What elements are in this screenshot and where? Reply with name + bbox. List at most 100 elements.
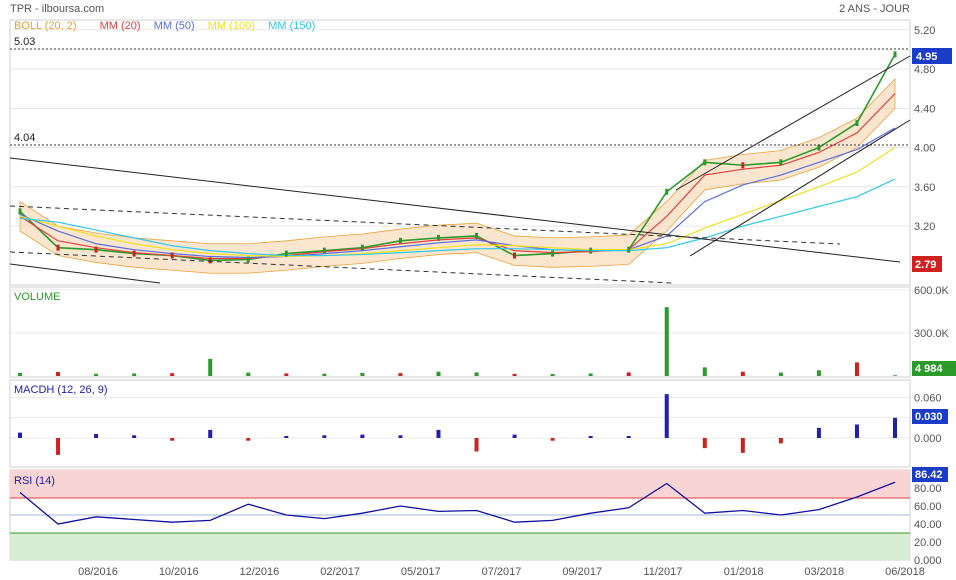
rsi-y-tick: 40.00 xyxy=(914,519,942,531)
volume-bar xyxy=(132,373,137,376)
volume-y-tick: 300.0K xyxy=(914,328,950,340)
macd-bar xyxy=(626,435,631,438)
price-point xyxy=(18,208,22,215)
macd-bar xyxy=(246,438,251,441)
volume-badge: 4 984 xyxy=(912,361,956,376)
macd-bar xyxy=(664,394,669,438)
macd-bar xyxy=(398,435,403,438)
x-tick-label: 05/2017 xyxy=(401,566,441,578)
volume-bar xyxy=(170,373,175,376)
price-y-tick: 3.60 xyxy=(914,182,935,194)
rsi-overbought-zone xyxy=(10,470,910,498)
price-point xyxy=(246,256,250,263)
price-point xyxy=(208,257,212,264)
macd-y-tick: 0.000 xyxy=(914,433,942,445)
price-point xyxy=(779,159,783,166)
level-label-mid: 4.04 xyxy=(14,132,35,144)
legend-item: BOLL (20, 2) xyxy=(14,20,77,32)
price-point xyxy=(475,232,479,239)
macd-bar xyxy=(474,438,479,452)
macd-badge: 0.030 xyxy=(912,409,948,424)
legend-item: MM (100) xyxy=(208,20,255,32)
price-point xyxy=(589,247,593,254)
price-point xyxy=(360,244,364,251)
macd-bar xyxy=(170,438,175,441)
price-y-tick: 5.20 xyxy=(914,25,935,37)
last-price-value: 4.95 xyxy=(916,51,937,63)
x-tick-label: 08/2016 xyxy=(78,566,118,578)
x-axis: 08/2016 10/2016 12/2016 02/2017 05/2017 07/20… xyxy=(78,566,925,578)
legend-item: MM (20) xyxy=(100,20,141,32)
macd-bar xyxy=(588,435,593,438)
volume-bar xyxy=(322,373,327,376)
price-panel: 5.03 4.04 BOLL (20, 2) MM (20) MM (50) MM (… xyxy=(9,19,952,286)
price-point xyxy=(132,250,136,257)
macd-bar xyxy=(132,435,137,438)
macd-bar xyxy=(284,435,289,438)
volume-bar xyxy=(816,370,821,376)
macd-bar xyxy=(94,433,99,438)
macd-bar xyxy=(360,434,365,438)
price-point xyxy=(322,247,326,254)
x-tick-label: 06/2018 xyxy=(885,566,925,578)
rsi-y-tick: 80.00 xyxy=(914,483,942,495)
volume-bar xyxy=(56,371,61,376)
volume-bar xyxy=(893,375,897,376)
volume-bar xyxy=(702,367,707,376)
volume-bar xyxy=(664,307,669,376)
volume-bar xyxy=(246,372,251,376)
stock-chart-svg: 5.03 4.04 BOLL (20, 2) MM (20) MM (50) MM (… xyxy=(9,19,956,578)
legend-item: MM (50) xyxy=(154,20,195,32)
price-point xyxy=(551,250,555,257)
price-y-tick: 4.40 xyxy=(914,103,935,115)
volume-bar xyxy=(740,371,745,376)
x-tick-label: 11/2017 xyxy=(643,566,682,578)
macd-bar xyxy=(436,429,441,438)
volume-bar xyxy=(284,373,289,376)
macd-title: MACDH (12, 26, 9) xyxy=(14,384,108,396)
price-point xyxy=(703,159,707,166)
rsi-y-tick: 60.00 xyxy=(914,501,942,513)
price-point xyxy=(56,244,60,251)
price-point xyxy=(741,162,745,169)
volume-last-value: 4 984 xyxy=(915,363,943,375)
x-tick-label: 03/2018 xyxy=(804,566,844,578)
rsi-title: RSI (14) xyxy=(14,475,55,487)
volume-bar xyxy=(474,372,479,376)
price-point xyxy=(398,237,402,244)
rsi-panel: RSI (14) 80.0060.0040.0020.000.000 86.42 xyxy=(9,467,948,567)
macd-bar xyxy=(740,438,745,453)
volume-bar xyxy=(854,362,859,376)
macd-panel-frame xyxy=(9,379,911,468)
volume-bar xyxy=(18,372,22,376)
indicator-legend: BOLL (20, 2) MM (20) MM (50) MM (100) MM (15… xyxy=(14,20,315,32)
legend-item: MM (150) xyxy=(268,20,315,32)
volume-bar xyxy=(512,373,517,376)
x-tick-label: 10/2016 xyxy=(159,566,199,578)
price-point xyxy=(665,188,669,195)
macd-bar xyxy=(56,438,61,455)
rsi-badge: 86.42 xyxy=(912,467,948,482)
price-y-tick: 4.00 xyxy=(914,143,935,155)
volume-bar xyxy=(626,372,631,376)
macd-panel: MACDH (12, 26, 9) 0.0600.0300.000 0.030 xyxy=(9,379,948,468)
macd-bar xyxy=(778,438,783,444)
price-point xyxy=(284,250,288,257)
macd-bar xyxy=(893,417,897,438)
volume-y-axis: 600.0K 300.0K xyxy=(914,285,950,340)
price-point xyxy=(855,120,859,127)
macd-bar xyxy=(854,424,859,438)
price-point xyxy=(94,246,98,253)
x-tick-label: 01/2018 xyxy=(724,566,764,578)
rsi-y-axis: 80.0060.0040.0020.000.000 xyxy=(914,483,942,567)
volume-bar xyxy=(588,373,593,376)
chart-stage: TPR - ilboursa.com 2 ANS - JOUR 5.03 4.0… xyxy=(0,0,956,580)
volume-y-tick: 600.0K xyxy=(914,285,950,297)
last-price-badge: 4.95 xyxy=(912,48,952,64)
price-point xyxy=(436,234,440,241)
x-tick-label: 07/2017 xyxy=(482,566,522,578)
x-tick-label: 12/2016 xyxy=(240,566,280,578)
level-label-high: 5.03 xyxy=(14,36,35,48)
volume-panel-frame xyxy=(9,286,911,378)
price-point xyxy=(893,51,897,58)
